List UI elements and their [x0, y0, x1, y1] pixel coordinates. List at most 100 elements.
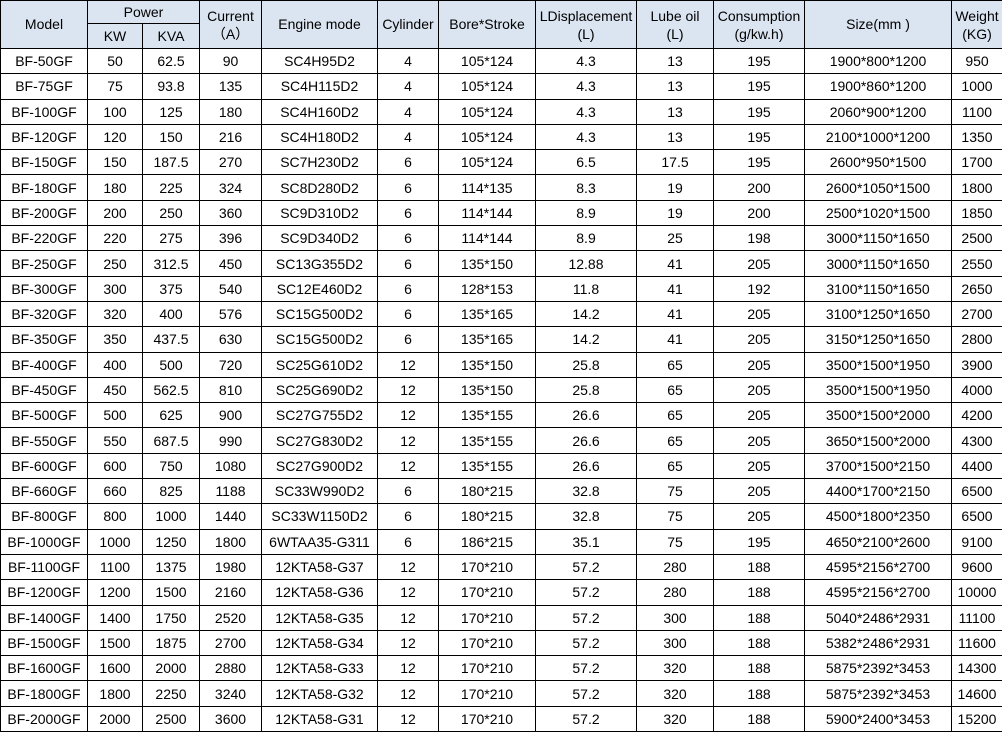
cell-kw: 1200 [87, 579, 143, 606]
cell-consumption: 195 [713, 73, 805, 100]
cell-cylinder: 6 [377, 275, 439, 302]
cell-lube-oil: 25 [636, 225, 714, 252]
cell-weight: 10000 [951, 579, 1002, 606]
cell-size: 5382*2486*2931 [804, 629, 952, 657]
cell-kva: 1875 [142, 629, 200, 657]
header-model: Model [0, 0, 88, 49]
cell-kva: 1750 [142, 604, 200, 631]
cell-model: BF-75GF [0, 73, 88, 100]
cell-consumption: 200 [713, 174, 805, 201]
cell-engine-mode: SC33W1150D2 [261, 503, 378, 530]
cell-size: 2600*950*1500 [804, 149, 952, 176]
cell-kw: 600 [87, 452, 143, 480]
cell-kva: 750 [142, 452, 200, 480]
header-displacement-label: LDisplacement [539, 7, 633, 24]
cell-weight: 4400 [951, 452, 1002, 480]
cell-size: 3000*1150*1650 [804, 225, 952, 252]
table-row: BF-180GF 180 225 324 SC8D280D2 6 114*135 8.3 19 2… [0, 174, 1002, 201]
cell-size: 5900*2400*3453 [804, 705, 952, 733]
cell-consumption: 195 [713, 528, 805, 555]
cell-weight: 1850 [951, 199, 1002, 227]
cell-kw: 120 [87, 123, 143, 151]
cell-engine-mode: SC9D310D2 [261, 199, 378, 227]
cell-kw: 1400 [87, 604, 143, 631]
cell-engine-mode: SC25G610D2 [261, 351, 378, 378]
cell-current: 1800 [199, 528, 262, 555]
cell-weight: 2800 [951, 326, 1002, 353]
cell-current: 1440 [199, 503, 262, 530]
cell-bore-stroke: 170*210 [438, 705, 536, 733]
cell-weight: 4200 [951, 402, 1002, 429]
cell-weight: 9100 [951, 528, 1002, 555]
cell-engine-mode: 6WTAA35-G311 [261, 528, 378, 555]
cell-displacement: 8.3 [535, 174, 637, 201]
cell-current: 396 [199, 225, 262, 252]
table-row: BF-500GF 500 625 900 SC27G755D2 12 135*155 26.6… [0, 402, 1002, 429]
cell-bore-stroke: 170*210 [438, 579, 536, 606]
cell-kw: 200 [87, 199, 143, 227]
cell-current: 1080 [199, 452, 262, 480]
table-row: BF-250GF 250 312.5 450 SC13G355D2 6 135*150 12.… [0, 250, 1002, 277]
cell-cylinder: 12 [377, 427, 439, 454]
cell-weight: 15200 [951, 705, 1002, 733]
cell-lube-oil: 320 [636, 705, 714, 733]
cell-weight: 11100 [951, 604, 1002, 631]
cell-weight: 14300 [951, 655, 1002, 682]
cell-lube-oil: 19 [636, 199, 714, 227]
cell-current: 1188 [199, 478, 262, 505]
cell-kva: 562.5 [142, 376, 200, 404]
cell-lube-oil: 75 [636, 503, 714, 530]
cell-displacement: 26.6 [535, 452, 637, 480]
table-row: BF-800GF 800 1000 1440 SC33W1150D2 6 180*215 32… [0, 503, 1002, 530]
cell-bore-stroke: 135*150 [438, 376, 536, 404]
cell-weight: 2550 [951, 250, 1002, 277]
cell-size: 4400*1700*2150 [804, 478, 952, 505]
cell-model: BF-350GF [0, 326, 88, 353]
header-displacement: LDisplacement (L) [535, 0, 637, 49]
cell-kw: 2000 [87, 705, 143, 733]
cell-bore-stroke: 170*210 [438, 553, 536, 581]
cell-kw: 800 [87, 503, 143, 530]
cell-consumption: 198 [713, 225, 805, 252]
cell-weight: 9600 [951, 553, 1002, 581]
cell-displacement: 57.2 [535, 655, 637, 682]
cell-lube-oil: 41 [636, 326, 714, 353]
cell-kw: 350 [87, 326, 143, 353]
cell-kw: 1600 [87, 655, 143, 682]
cell-current: 450 [199, 250, 262, 277]
cell-weight: 2650 [951, 275, 1002, 302]
cell-engine-mode: SC33W990D2 [261, 478, 378, 505]
cell-lube-oil: 65 [636, 452, 714, 480]
cell-bore-stroke: 180*215 [438, 478, 536, 505]
cell-displacement: 57.2 [535, 553, 637, 581]
cell-bore-stroke: 186*215 [438, 528, 536, 555]
cell-engine-mode: SC9D340D2 [261, 225, 378, 252]
cell-weight: 1100 [951, 98, 1002, 125]
table-row: BF-350GF 350 437.5 630 SC15G500D2 6 135*165 14.… [0, 326, 1002, 353]
cell-size: 3500*1500*1950 [804, 351, 952, 378]
header-weight-label: Weight [955, 7, 999, 24]
cell-lube-oil: 320 [636, 680, 714, 707]
cell-displacement: 57.2 [535, 604, 637, 631]
generator-spec-table: Model Power Current （A） Engine mode Cyli… [0, 0, 1002, 733]
cell-model: BF-2000GF [0, 705, 88, 733]
cell-engine-mode: 12KTA58-G37 [261, 553, 378, 581]
cell-kva: 825 [142, 478, 200, 505]
cell-current: 810 [199, 376, 262, 404]
cell-current: 990 [199, 427, 262, 454]
cell-size: 2500*1020*1500 [804, 199, 952, 227]
table-row: BF-550GF 550 687.5 990 SC27G830D2 12 135*155 26… [0, 427, 1002, 454]
cell-kw: 250 [87, 250, 143, 277]
table-row: BF-2000GF 2000 2500 3600 12KTA58-G31 12 170*21… [0, 705, 1002, 733]
cell-lube-oil: 41 [636, 250, 714, 277]
cell-lube-oil: 41 [636, 275, 714, 302]
header-kw: KW [87, 23, 143, 49]
header-bore-stroke: Bore*Stroke [438, 0, 536, 49]
cell-weight: 11600 [951, 629, 1002, 657]
cell-weight: 6500 [951, 503, 1002, 530]
cell-size: 1900*860*1200 [804, 73, 952, 100]
cell-bore-stroke: 128*153 [438, 275, 536, 302]
cell-kw: 500 [87, 402, 143, 429]
cell-model: BF-300GF [0, 275, 88, 302]
cell-cylinder: 12 [377, 629, 439, 657]
